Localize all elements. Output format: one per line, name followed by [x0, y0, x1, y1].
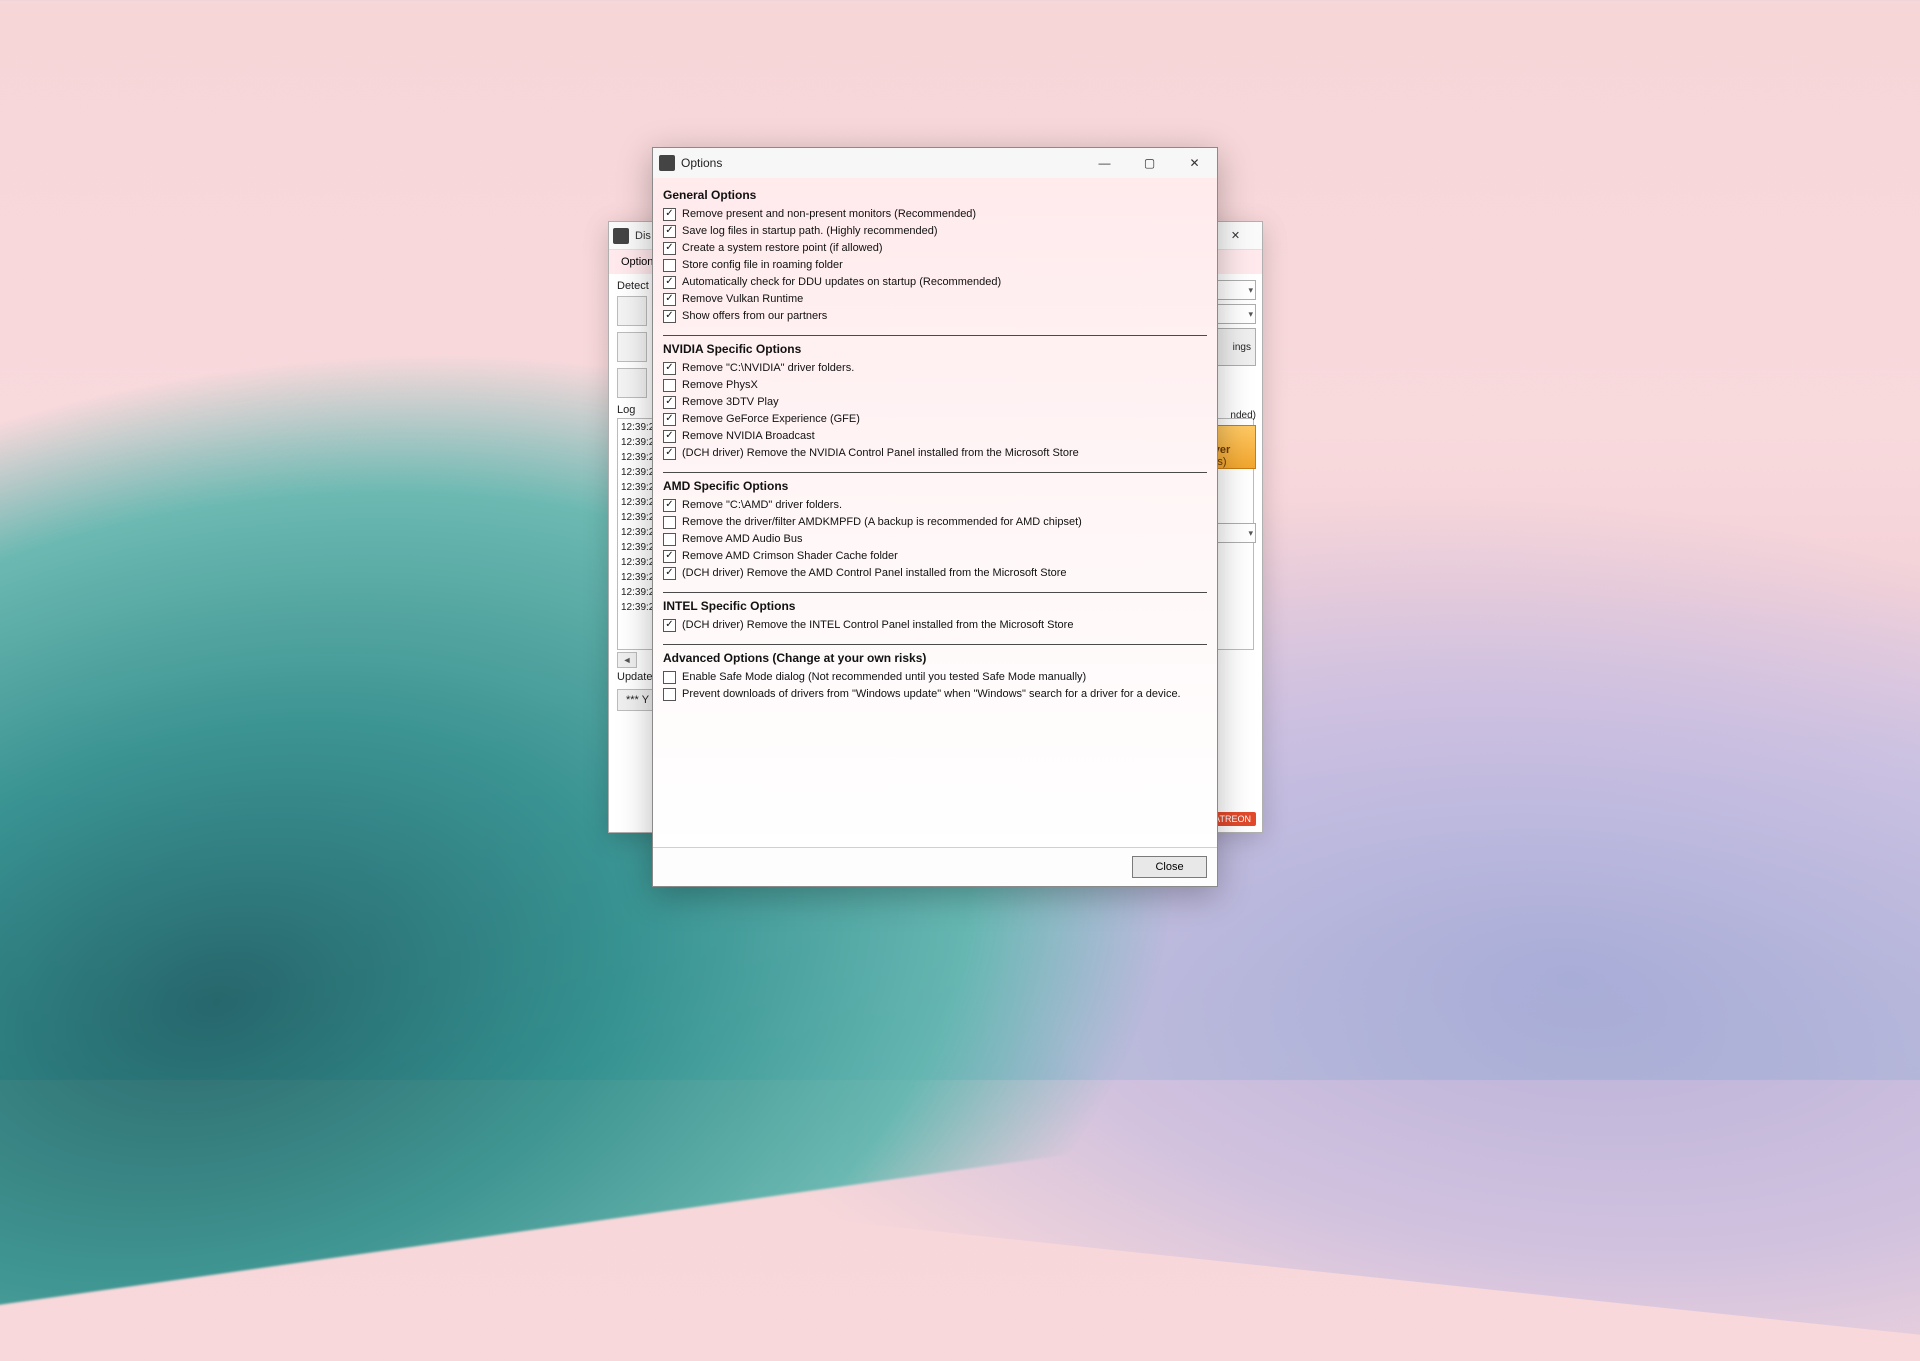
separator — [663, 472, 1207, 473]
amd-option-label: (DCH driver) Remove the AMD Control Pane… — [682, 566, 1067, 581]
amd-checkbox[interactable] — [663, 533, 676, 546]
nvidia-checkbox[interactable] — [663, 413, 676, 426]
general-checkbox[interactable] — [663, 225, 676, 238]
ddu-button-placeholder-2[interactable] — [617, 332, 647, 362]
nvidia-option-row[interactable]: Remove 3DTV Play — [663, 394, 1207, 411]
advanced-option-row[interactable]: Enable Safe Mode dialog (Not recommended… — [663, 669, 1207, 686]
general-checkbox[interactable] — [663, 208, 676, 221]
amd-option-label: Remove AMD Crimson Shader Cache folder — [682, 549, 898, 564]
general-checkbox[interactable] — [663, 242, 676, 255]
advanced-option-label: Enable Safe Mode dialog (Not recommended… — [682, 670, 1086, 685]
options-maximize-button[interactable]: ▢ — [1127, 149, 1172, 178]
nvidia-option-row[interactable]: Remove "C:\NVIDIA" driver folders. — [663, 360, 1207, 377]
ddu-button-placeholder-3[interactable] — [617, 368, 647, 398]
general-checkbox[interactable] — [663, 310, 676, 323]
options-titlebar[interactable]: Options — ▢ ✕ — [653, 148, 1217, 178]
general-option-row[interactable]: Automatically check for DDU updates on s… — [663, 274, 1207, 291]
intel-option-row[interactable]: (DCH driver) Remove the INTEL Control Pa… — [663, 617, 1207, 634]
nvidia-option-label: Remove "C:\NVIDIA" driver folders. — [682, 361, 854, 376]
amd-option-row[interactable]: Remove AMD Audio Bus — [663, 531, 1207, 548]
nvidia-option-label: (DCH driver) Remove the NVIDIA Control P… — [682, 446, 1079, 461]
ddu-log-scroll-left[interactable]: ◄ — [617, 652, 637, 668]
advanced-option-row[interactable]: Prevent downloads of drivers from "Windo… — [663, 686, 1207, 703]
general-option-row[interactable]: Store config file in roaming folder — [663, 257, 1207, 274]
amd-option-row[interactable]: Remove "C:\AMD" driver folders. — [663, 497, 1207, 514]
general-option-row[interactable]: Create a system restore point (if allowe… — [663, 240, 1207, 257]
chevron-down-icon: ▾ — [1248, 528, 1253, 539]
options-minimize-button[interactable]: — — [1082, 149, 1127, 178]
options-close-button[interactable]: Close — [1132, 856, 1207, 878]
nvidia-options-heading: NVIDIA Specific Options — [663, 342, 1207, 356]
general-option-row[interactable]: Remove Vulkan Runtime — [663, 291, 1207, 308]
ddu-app-icon — [613, 228, 629, 244]
separator — [663, 335, 1207, 336]
nvidia-option-row[interactable]: Remove PhysX — [663, 377, 1207, 394]
options-app-icon — [659, 155, 675, 171]
intel-checkbox[interactable] — [663, 619, 676, 632]
options-content: General Options Remove present and non-p… — [653, 178, 1217, 847]
nvidia-option-label: Remove 3DTV Play — [682, 395, 779, 410]
general-option-label: Save log files in startup path. (Highly … — [682, 224, 938, 239]
general-options-heading: General Options — [663, 188, 1207, 202]
amd-option-row[interactable]: (DCH driver) Remove the AMD Control Pane… — [663, 565, 1207, 582]
options-dialog: Options — ▢ ✕ General Options Remove pre… — [652, 147, 1218, 887]
nvidia-option-label: Remove GeForce Experience (GFE) — [682, 412, 860, 427]
separator — [663, 592, 1207, 593]
advanced-options-heading: Advanced Options (Change at your own ris… — [663, 651, 1207, 665]
separator — [663, 644, 1207, 645]
general-option-label: Remove Vulkan Runtime — [682, 292, 803, 307]
amd-option-label: Remove the driver/filter AMDKMPFD (A bac… — [682, 515, 1082, 530]
intel-option-label: (DCH driver) Remove the INTEL Control Pa… — [682, 618, 1073, 633]
nvidia-checkbox[interactable] — [663, 430, 676, 443]
nvidia-option-row[interactable]: Remove GeForce Experience (GFE) — [663, 411, 1207, 428]
amd-checkbox[interactable] — [663, 499, 676, 512]
nvidia-option-row[interactable]: (DCH driver) Remove the NVIDIA Control P… — [663, 445, 1207, 462]
amd-checkbox[interactable] — [663, 550, 676, 563]
amd-option-row[interactable]: Remove AMD Crimson Shader Cache folder — [663, 548, 1207, 565]
general-option-row[interactable]: Show offers from our partners — [663, 308, 1207, 325]
general-option-label: Create a system restore point (if allowe… — [682, 241, 883, 256]
advanced-option-label: Prevent downloads of drivers from "Windo… — [682, 687, 1181, 702]
advanced-checkbox[interactable] — [663, 688, 676, 701]
options-close-x-button[interactable]: ✕ — [1172, 149, 1217, 178]
nvidia-option-row[interactable]: Remove NVIDIA Broadcast — [663, 428, 1207, 445]
amd-option-label: Remove "C:\AMD" driver folders. — [682, 498, 842, 513]
advanced-checkbox[interactable] — [663, 671, 676, 684]
ddu-close-button[interactable]: ✕ — [1213, 222, 1258, 249]
ddu-button-placeholder-1[interactable] — [617, 296, 647, 326]
amd-option-label: Remove AMD Audio Bus — [682, 532, 802, 547]
general-option-row[interactable]: Save log files in startup path. (Highly … — [663, 223, 1207, 240]
general-checkbox[interactable] — [663, 293, 676, 306]
intel-options-heading: INTEL Specific Options — [663, 599, 1207, 613]
nvidia-checkbox[interactable] — [663, 379, 676, 392]
nvidia-checkbox[interactable] — [663, 447, 676, 460]
amd-option-row[interactable]: Remove the driver/filter AMDKMPFD (A bac… — [663, 514, 1207, 531]
general-checkbox[interactable] — [663, 259, 676, 272]
amd-options-heading: AMD Specific Options — [663, 479, 1207, 493]
amd-checkbox[interactable] — [663, 516, 676, 529]
general-option-label: Remove present and non-present monitors … — [682, 207, 976, 222]
amd-checkbox[interactable] — [663, 567, 676, 580]
general-checkbox[interactable] — [663, 276, 676, 289]
general-option-row[interactable]: Remove present and non-present monitors … — [663, 206, 1207, 223]
nvidia-checkbox[interactable] — [663, 362, 676, 375]
nvidia-option-label: Remove NVIDIA Broadcast — [682, 429, 815, 444]
chevron-down-icon: ▾ — [1248, 285, 1253, 296]
nvidia-checkbox[interactable] — [663, 396, 676, 409]
general-option-label: Show offers from our partners — [682, 309, 827, 324]
general-option-label: Automatically check for DDU updates on s… — [682, 275, 1001, 290]
chevron-down-icon: ▾ — [1248, 309, 1253, 320]
options-title-text: Options — [681, 156, 1082, 170]
general-option-label: Store config file in roaming folder — [682, 258, 843, 273]
nvidia-option-label: Remove PhysX — [682, 378, 758, 393]
options-footer: Close — [653, 847, 1217, 886]
